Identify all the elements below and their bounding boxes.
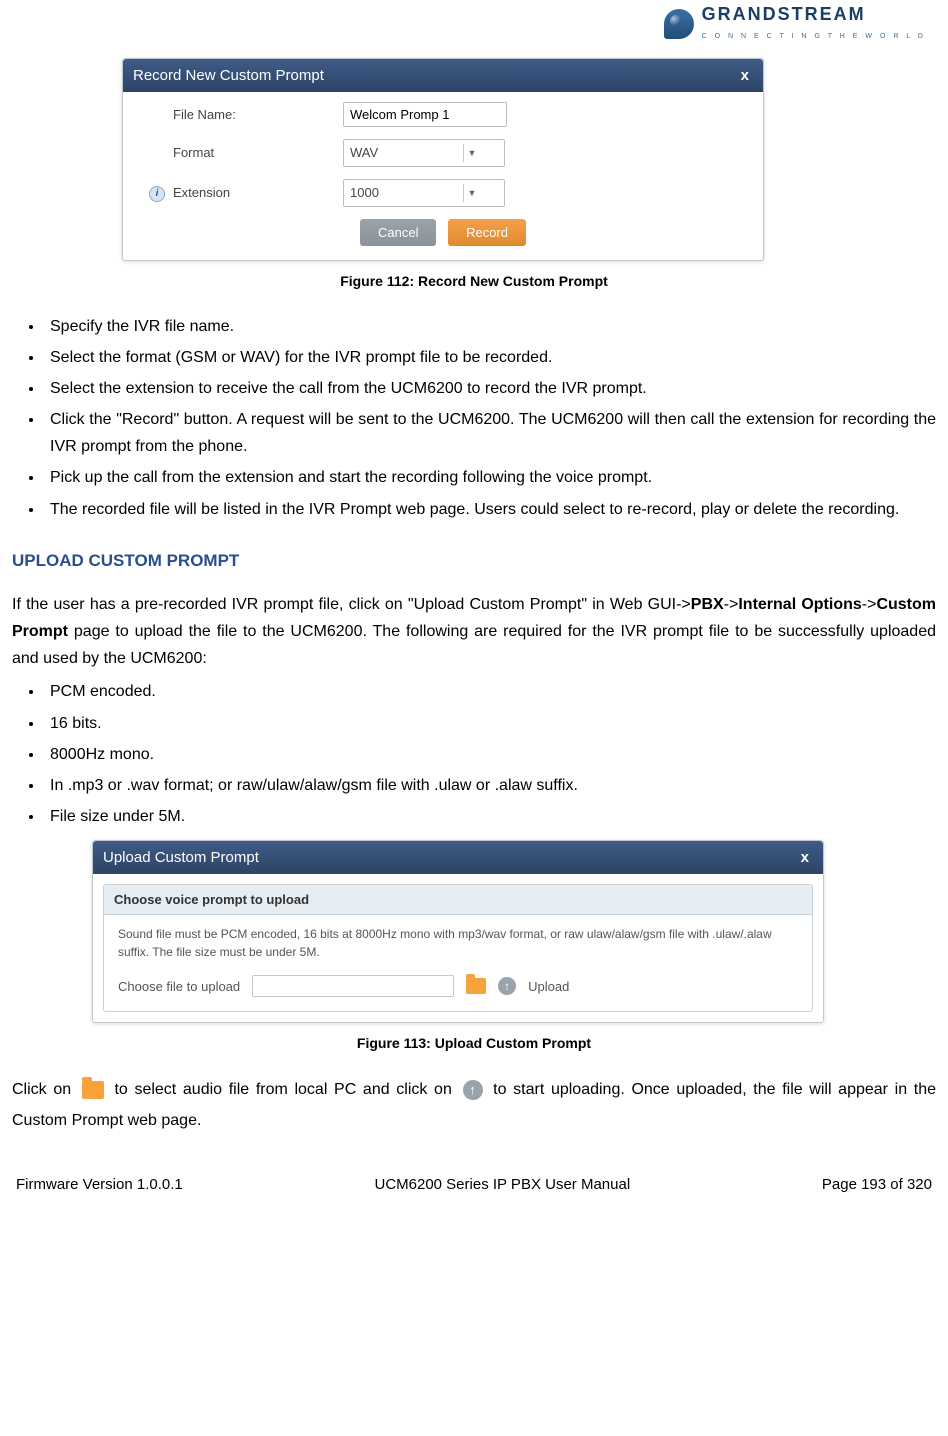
upload-sub-title: Choose voice prompt to upload xyxy=(104,885,812,915)
chevron-down-icon: ▼ xyxy=(463,184,480,202)
format-select[interactable]: WAV ▼ xyxy=(343,139,505,167)
record-prompt-dialog: Record New Custom Prompt x File Name: Fo… xyxy=(122,58,764,261)
brand-logo: GRANDSTREAM C O N N E C T I N G T H E W … xyxy=(12,0,936,58)
list-item: In .mp3 or .wav format; or raw/ulaw/alaw… xyxy=(44,772,936,799)
list-item: File size under 5M. xyxy=(44,803,936,830)
figure-caption-1: Figure 112: Record New Custom Prompt xyxy=(12,273,936,289)
list-item: Pick up the call from the extension and … xyxy=(44,464,936,491)
file-path-input[interactable] xyxy=(252,975,454,997)
closing-para: Click on to select audio file from local… xyxy=(12,1075,936,1136)
cancel-button[interactable]: Cancel xyxy=(360,219,436,246)
footer-manual-title: UCM6200 Series IP PBX User Manual xyxy=(374,1176,630,1193)
footer-firmware: Firmware Version 1.0.0.1 xyxy=(16,1176,183,1193)
instructions-list-1: Specify the IVR file name. Select the fo… xyxy=(12,313,936,523)
list-item: The recorded file will be listed in the … xyxy=(44,496,936,523)
logo-sub: C O N N E C T I N G T H E W O R L D xyxy=(702,33,926,40)
filename-input[interactable] xyxy=(343,102,507,127)
logo-main: GRANDSTREAM xyxy=(702,4,866,24)
upload-icon: ↑ xyxy=(463,1080,483,1100)
globe-icon xyxy=(664,9,694,39)
list-item: Specify the IVR file name. xyxy=(44,313,936,340)
info-icon: i xyxy=(149,186,165,202)
extension-select[interactable]: 1000 ▼ xyxy=(343,179,505,207)
section-heading-upload: UPLOAD CUSTOM PROMPT xyxy=(12,551,936,571)
dialog-title: Upload Custom Prompt xyxy=(103,849,259,866)
footer-page-number: Page 193 of 320 xyxy=(822,1176,932,1193)
upload-button-label[interactable]: Upload xyxy=(528,979,569,994)
dialog-title: Record New Custom Prompt xyxy=(133,67,324,84)
choose-file-label: Choose file to upload xyxy=(118,979,240,994)
figure-caption-2: Figure 113: Upload Custom Prompt xyxy=(12,1035,936,1051)
list-item: Click the "Record" button. A request wil… xyxy=(44,406,936,460)
record-button[interactable]: Record xyxy=(448,219,526,246)
extension-label: Extension xyxy=(171,185,343,200)
page-footer: Firmware Version 1.0.0.1 UCM6200 Series … xyxy=(12,1176,936,1193)
upload-hint: Sound file must be PCM encoded, 16 bits … xyxy=(104,915,812,975)
close-icon[interactable]: x xyxy=(737,67,753,84)
upload-prompt-dialog: Upload Custom Prompt x Choose voice prom… xyxy=(92,840,824,1023)
chevron-down-icon: ▼ xyxy=(463,144,480,162)
list-item: Select the extension to receive the call… xyxy=(44,375,936,402)
filename-label: File Name: xyxy=(171,107,343,122)
folder-icon xyxy=(82,1081,104,1099)
list-item: Select the format (GSM or WAV) for the I… xyxy=(44,344,936,371)
upload-intro-para: If the user has a pre-recorded IVR promp… xyxy=(12,591,936,673)
folder-icon[interactable] xyxy=(466,978,486,994)
upload-icon[interactable]: ↑ xyxy=(498,977,516,995)
list-item: 8000Hz mono. xyxy=(44,741,936,768)
requirements-list: PCM encoded. 16 bits. 8000Hz mono. In .m… xyxy=(12,678,936,830)
list-item: PCM encoded. xyxy=(44,678,936,705)
close-icon[interactable]: x xyxy=(797,849,813,866)
list-item: 16 bits. xyxy=(44,710,936,737)
format-label: Format xyxy=(171,145,343,160)
